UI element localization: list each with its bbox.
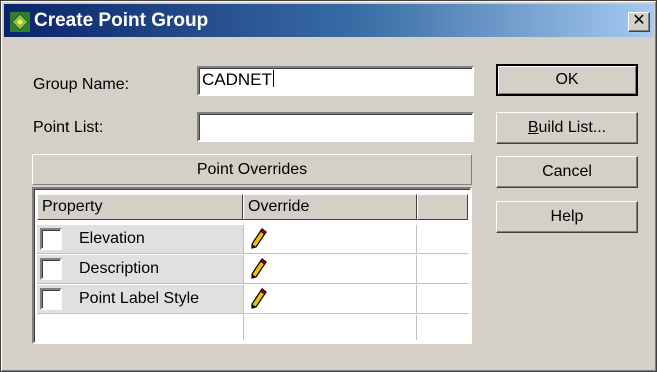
close-button[interactable]: ✕: [628, 12, 650, 32]
override-cell[interactable]: [243, 225, 416, 253]
empty-extra-cell: [416, 315, 468, 340]
pencil-icon[interactable]: [248, 258, 268, 280]
column-header-override[interactable]: Override: [243, 194, 417, 220]
property-cell: Elevation: [37, 225, 243, 253]
ok-button[interactable]: OK: [496, 64, 638, 96]
help-button[interactable]: Help: [496, 201, 638, 233]
group-name-input[interactable]: CADNET: [197, 66, 474, 96]
point-overrides-grid[interactable]: Property Override Elevation Description: [32, 187, 472, 344]
override-checkbox[interactable]: [40, 228, 62, 250]
override-cell[interactable]: [243, 255, 416, 283]
point-list-input[interactable]: [197, 112, 474, 142]
dialog-title: Create Point Group: [34, 10, 209, 31]
override-checkbox[interactable]: [40, 288, 62, 310]
create-point-group-dialog: Create Point Group ✕ Group Name: CADNET …: [0, 0, 657, 372]
help-label: Help: [550, 208, 584, 225]
column-header-extra[interactable]: [417, 194, 468, 220]
build-list-label: uild List...: [538, 119, 607, 136]
text-caret: [272, 70, 274, 87]
column-header-property[interactable]: Property: [37, 194, 243, 220]
group-name-label: Group Name:: [33, 76, 130, 93]
override-checkbox[interactable]: [40, 258, 62, 280]
extra-cell: [416, 285, 468, 313]
property-name: Description: [79, 260, 160, 277]
empty-override-cell: [243, 315, 416, 340]
property-cell: Point Label Style: [37, 285, 243, 313]
close-icon: ✕: [632, 12, 646, 29]
point-overrides-header: Point Overrides: [32, 154, 472, 185]
property-name: Point Label Style: [79, 290, 200, 307]
property-cell: Description: [37, 255, 243, 283]
cancel-button[interactable]: Cancel: [496, 156, 638, 188]
empty-row: [37, 315, 468, 340]
extra-cell: [416, 255, 468, 283]
ok-label: OK: [555, 71, 579, 88]
pencil-icon[interactable]: [248, 228, 268, 250]
title-bar[interactable]: Create Point Group ✕: [4, 4, 654, 37]
property-name: Elevation: [79, 230, 145, 247]
table-row[interactable]: Description: [37, 255, 468, 284]
build-list-button[interactable]: Build List...: [496, 112, 638, 144]
point-list-label: Point List:: [33, 119, 104, 136]
group-name-value: CADNET: [202, 70, 272, 89]
point-group-app-icon: [10, 12, 30, 32]
extra-cell: [416, 225, 468, 253]
table-row[interactable]: Elevation: [37, 225, 468, 254]
cancel-label: Cancel: [542, 163, 592, 180]
override-cell[interactable]: [243, 285, 416, 313]
pencil-icon[interactable]: [248, 288, 268, 310]
build-list-mnemonic: B: [527, 119, 539, 136]
table-row[interactable]: Point Label Style: [37, 285, 468, 314]
